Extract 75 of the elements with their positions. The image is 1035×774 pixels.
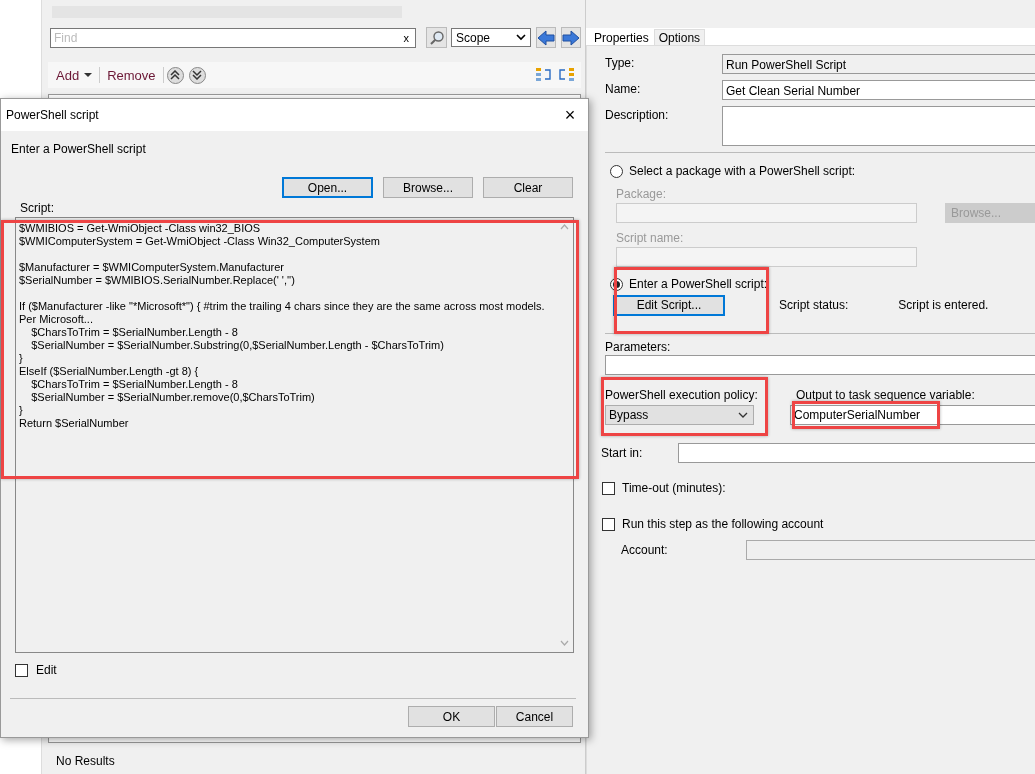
field-label: Account: bbox=[621, 543, 669, 557]
code-line: $SerialNumber = $WMIBIOS.SerialNumber.Replace(' ','') bbox=[19, 274, 296, 287]
dialog-button[interactable]: Open... bbox=[282, 177, 373, 198]
checkbox-label: Edit bbox=[36, 663, 57, 677]
code-line: } bbox=[19, 352, 24, 365]
execution-policy-dropdown[interactable]: Bypass bbox=[605, 405, 754, 425]
start-in-field[interactable] bbox=[678, 443, 1035, 463]
forward-button[interactable] bbox=[561, 27, 581, 48]
name-field[interactable]: Get Clean Serial Number bbox=[722, 80, 1035, 100]
field-label: Description: bbox=[605, 107, 670, 124]
field-label: Script name: bbox=[616, 231, 685, 245]
code-line: If ($Manufacturer -like "*Microsoft*") { #trim the trailing 4 chars since they are the same across most models. Per Microsoft... bbox=[19, 300, 546, 326]
code-line: Return $SerialNumber bbox=[19, 417, 130, 430]
field-label: Script: bbox=[19, 201, 55, 215]
code-line: $SerialNumber = $SerialNumber.remove(0,$CharsToTrim) bbox=[30, 391, 316, 404]
field-label: Type: bbox=[605, 55, 636, 72]
code-line: $WMIBIOS = Get-WmiObject -Class win32_BIOS bbox=[19, 222, 262, 235]
dialog-button[interactable]: Browse... bbox=[383, 177, 473, 198]
status-text: Script is entered. bbox=[898, 298, 989, 312]
field-label: Output to task sequence variable: bbox=[796, 388, 976, 402]
status-text: No Results bbox=[55, 753, 116, 770]
type-field[interactable]: Run PowerShell Script bbox=[722, 54, 1035, 74]
dialog-button[interactable]: Clear bbox=[483, 177, 573, 198]
back-button[interactable] bbox=[536, 27, 556, 48]
radio-label: Select a package with a PowerShell script: bbox=[629, 164, 856, 178]
remove-button[interactable]: Remove bbox=[103, 67, 160, 83]
code-line: $Manufacturer = $WMIComputerSystem.Manufacturer bbox=[19, 261, 285, 274]
caret-icon bbox=[516, 34, 526, 41]
edit-script-button[interactable]: Edit Script... bbox=[613, 294, 725, 316]
radio-label: Enter a PowerShell script: bbox=[629, 277, 768, 291]
output-variable-field[interactable]: ComputerSerialNumber bbox=[790, 405, 1035, 425]
description-field[interactable] bbox=[722, 106, 1035, 146]
radio-button[interactable] bbox=[610, 164, 623, 178]
parameters-field[interactable] bbox=[605, 355, 1035, 375]
search-icon bbox=[428, 29, 445, 46]
field-label: Name: bbox=[605, 81, 642, 98]
right-arrow-icon bbox=[562, 29, 580, 46]
dialog-title: PowerShell script bbox=[6, 108, 99, 122]
add-button[interactable]: Add bbox=[52, 67, 97, 83]
code-line: $WMIComputerSystem = Get-WmiObject -Class Win32_ComputerSystem bbox=[19, 235, 381, 248]
code-line: $SerialNumber = $SerialNumber.Substring(0,$SerialNumber.Length - $CharsToTrim) bbox=[30, 339, 445, 352]
field-label: Parameters: bbox=[605, 340, 672, 354]
instruction-text: Enter a PowerShell script bbox=[11, 142, 147, 156]
field-label: Package: bbox=[616, 187, 668, 201]
checkbox-label: Time-out (minutes): bbox=[622, 481, 726, 495]
ok-button[interactable]: OK bbox=[408, 706, 495, 727]
code-line: $CharsToTrim = $SerialNumber.Length - 8 bbox=[30, 326, 239, 339]
scope-dropdown[interactable]: Scope bbox=[451, 28, 531, 47]
code-line: } bbox=[19, 404, 24, 417]
checkbox[interactable] bbox=[15, 663, 28, 677]
cancel-button[interactable]: Cancel bbox=[496, 706, 573, 727]
double-chevron-up-icon bbox=[170, 70, 181, 80]
list-arrow-icon bbox=[557, 67, 575, 83]
script-editor[interactable] bbox=[15, 217, 574, 653]
move-up-button[interactable] bbox=[166, 66, 184, 84]
checkbox-label: Run this step as the following account bbox=[622, 517, 824, 531]
clear-search-button[interactable]: x bbox=[403, 31, 409, 44]
search-button[interactable] bbox=[426, 27, 447, 48]
double-chevron-down-icon bbox=[192, 70, 203, 80]
caret-icon bbox=[84, 72, 93, 78]
close-button[interactable]: × bbox=[558, 104, 588, 126]
chevron-down-icon bbox=[560, 640, 569, 646]
field-label: Start in: bbox=[601, 446, 644, 460]
checkbox[interactable] bbox=[602, 517, 615, 531]
caret-icon bbox=[738, 412, 748, 418]
chevron-up-icon bbox=[560, 224, 569, 230]
left-arrow-icon bbox=[537, 29, 555, 46]
code-line: ElseIf ($SerialNumber.Length -gt 8) { bbox=[19, 365, 200, 378]
code-line: $CharsToTrim = $SerialNumber.Length - 8 bbox=[30, 378, 239, 391]
checkbox[interactable] bbox=[602, 481, 615, 495]
list-arrow-icon bbox=[535, 67, 553, 83]
find-field[interactable]: Find x bbox=[50, 27, 416, 48]
move-down-button[interactable] bbox=[188, 66, 206, 84]
tab[interactable]: Options bbox=[653, 29, 706, 45]
field-label: Script status: bbox=[779, 298, 849, 312]
